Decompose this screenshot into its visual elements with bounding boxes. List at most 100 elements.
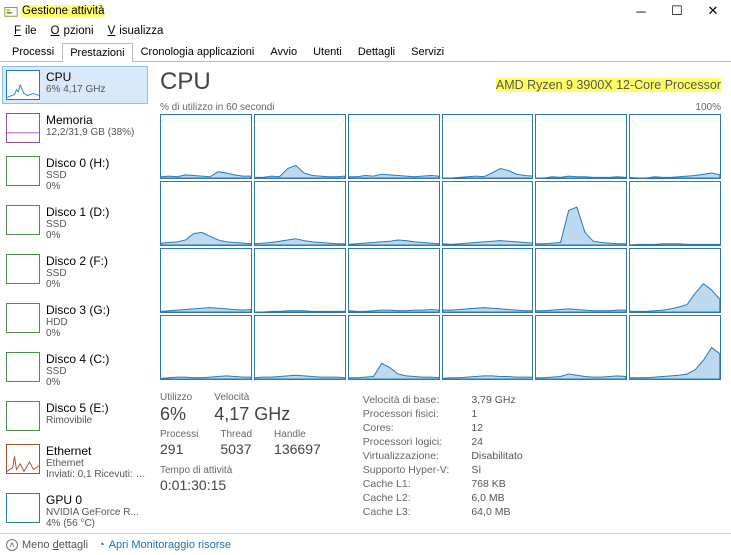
page-title: CPU <box>160 68 211 96</box>
core-chart-14[interactable] <box>348 248 440 313</box>
core-chart-7[interactable] <box>254 181 346 246</box>
tab-servizi[interactable]: Servizi <box>403 42 452 61</box>
sys-row: Cores:12 <box>363 422 523 434</box>
thumb-d0 <box>6 156 40 186</box>
sidebar-title: Disco 2 (F:) <box>46 254 108 268</box>
app-icon <box>4 4 18 18</box>
core-chart-0[interactable] <box>160 114 252 179</box>
core-chart-8[interactable] <box>348 181 440 246</box>
stats-area: Utilizzo 6% Velocità 4,17 GHz Processi 2… <box>160 392 721 520</box>
core-grid <box>160 114 721 380</box>
sys-row: Supporto Hyper-V:Sì <box>363 464 523 476</box>
sidebar-title: Disco 4 (C:) <box>46 352 109 366</box>
main-panel: CPU AMD Ryzen 9 3900X 12-Core Processor … <box>150 62 731 538</box>
thumb-d5 <box>6 401 40 431</box>
stat-speed: Velocità 4,17 GHz <box>214 392 290 425</box>
sidebar-item-d4[interactable]: Disco 4 (C:)SSD0% <box>2 348 148 392</box>
cpu-model-name: AMD Ryzen 9 3900X 12-Core Processor <box>496 78 721 92</box>
close-button[interactable]: ✕ <box>695 0 731 22</box>
sidebar-title: Disco 1 (D:) <box>46 205 109 219</box>
thumb-mem <box>6 113 40 143</box>
sys-row: Cache L1:768 KB <box>363 478 523 490</box>
sys-row: Velocità di base:3,79 GHz <box>363 394 523 406</box>
sidebar-title: Disco 3 (G:) <box>46 303 110 317</box>
tab-utenti[interactable]: Utenti <box>305 42 350 61</box>
main-header: CPU AMD Ryzen 9 3900X 12-Core Processor <box>160 68 721 96</box>
core-chart-19[interactable] <box>254 315 346 380</box>
tabbar: ProcessiPrestazioniCronologia applicazio… <box>0 42 731 62</box>
sidebar-title: Disco 0 (H:) <box>46 156 109 170</box>
tab-processi[interactable]: Processi <box>4 42 62 61</box>
tab-prestazioni[interactable]: Prestazioni <box>62 43 132 62</box>
core-chart-9[interactable] <box>442 181 534 246</box>
core-chart-2[interactable] <box>348 114 440 179</box>
content-area: CPU6% 4,17 GHz Memoria12,2/31,9 GB (38%) D… <box>0 62 731 538</box>
core-chart-1[interactable] <box>254 114 346 179</box>
sidebar-title: Disco 5 (E:) <box>46 401 109 415</box>
core-chart-16[interactable] <box>535 248 627 313</box>
thumb-d4 <box>6 352 40 382</box>
sidebar-item-mem[interactable]: Memoria12,2/31,9 GB (38%) <box>2 109 148 147</box>
core-chart-10[interactable] <box>535 181 627 246</box>
core-chart-21[interactable] <box>442 315 534 380</box>
minimize-button[interactable]: ─ <box>623 0 659 22</box>
footer: ˄ Meno dettagli ◔ Apri Monitoraggio riso… <box>0 533 731 555</box>
sys-row: Processori fisici:1 <box>363 408 523 420</box>
monitor-icon: ◔ <box>98 539 105 551</box>
sidebar-item-eth[interactable]: EthernetEthernetInviati: 0,1 Ricevuti: 3… <box>2 440 148 484</box>
core-chart-4[interactable] <box>535 114 627 179</box>
core-chart-3[interactable] <box>442 114 534 179</box>
core-chart-22[interactable] <box>535 315 627 380</box>
menu-file[interactable]: File <box>6 23 41 39</box>
chart-caption: % di utilizzo in 60 secondi 100% <box>160 102 721 113</box>
chart-caption-left: % di utilizzo in 60 secondi <box>160 102 275 113</box>
core-chart-20[interactable] <box>348 315 440 380</box>
core-chart-11[interactable] <box>629 181 721 246</box>
stat-processes: Processi 291 <box>160 429 198 457</box>
chart-caption-right: 100% <box>695 102 721 113</box>
sidebar-item-d5[interactable]: Disco 5 (E:)Rimovibile <box>2 397 148 435</box>
open-resource-monitor-link[interactable]: ◔ Apri Monitoraggio risorse <box>98 539 231 551</box>
core-chart-12[interactable] <box>160 248 252 313</box>
sys-row: Cache L2:6,0 MB <box>363 492 523 504</box>
sys-row: Processori logici:24 <box>363 436 523 448</box>
sidebar-item-cpu[interactable]: CPU6% 4,17 GHz <box>2 66 148 104</box>
sidebar-item-d0[interactable]: Disco 0 (H:)SSD0% <box>2 152 148 196</box>
system-info-table: Velocità di base:3,79 GHz Processori fisi… <box>361 392 525 520</box>
window-controls: ─ ☐ ✕ <box>623 0 731 22</box>
core-chart-5[interactable] <box>629 114 721 179</box>
core-chart-13[interactable] <box>254 248 346 313</box>
stat-utilization: Utilizzo 6% <box>160 392 192 425</box>
core-chart-18[interactable] <box>160 315 252 380</box>
sidebar-item-d3[interactable]: Disco 3 (G:)HDD0% <box>2 299 148 343</box>
tab-avvio[interactable]: Avvio <box>262 42 305 61</box>
menu-options[interactable]: Opzioni <box>43 23 98 39</box>
thumb-gpu <box>6 493 40 523</box>
fewer-details-button[interactable]: ˄ Meno dettagli <box>6 539 88 551</box>
tab-cronologia-applicazioni[interactable]: Cronologia applicazioni <box>133 42 263 61</box>
sys-row: Virtualizzazione:Disabilitato <box>363 450 523 462</box>
sidebar-title: Ethernet <box>46 444 146 458</box>
core-chart-23[interactable] <box>629 315 721 380</box>
sidebar-item-gpu[interactable]: GPU 0NVIDIA GeForce R...4% (56 °C) <box>2 489 148 533</box>
sidebar-item-d1[interactable]: Disco 1 (D:)SSD0% <box>2 201 148 245</box>
core-chart-15[interactable] <box>442 248 534 313</box>
stat-handles: Handle 136697 <box>274 429 321 457</box>
sidebar-title: Memoria <box>46 113 134 127</box>
sys-row: Cache L3:64,0 MB <box>363 506 523 518</box>
core-chart-6[interactable] <box>160 181 252 246</box>
menubar: File Opzioni Visualizza <box>0 22 731 40</box>
titlebar: Gestione attività ─ ☐ ✕ <box>0 0 731 22</box>
sidebar: CPU6% 4,17 GHz Memoria12,2/31,9 GB (38%) D… <box>0 62 150 538</box>
thumb-eth <box>6 444 40 474</box>
window-title: Gestione attività <box>22 5 104 17</box>
tab-dettagli[interactable]: Dettagli <box>350 42 403 61</box>
thumb-d2 <box>6 254 40 284</box>
thumb-cpu <box>6 70 40 100</box>
menu-view[interactable]: Visualizza <box>100 23 168 39</box>
maximize-button[interactable]: ☐ <box>659 0 695 22</box>
sidebar-item-d2[interactable]: Disco 2 (F:)SSD0% <box>2 250 148 294</box>
stat-threads: Thread 5037 <box>220 429 252 457</box>
core-chart-17[interactable] <box>629 248 721 313</box>
thumb-d3 <box>6 303 40 333</box>
